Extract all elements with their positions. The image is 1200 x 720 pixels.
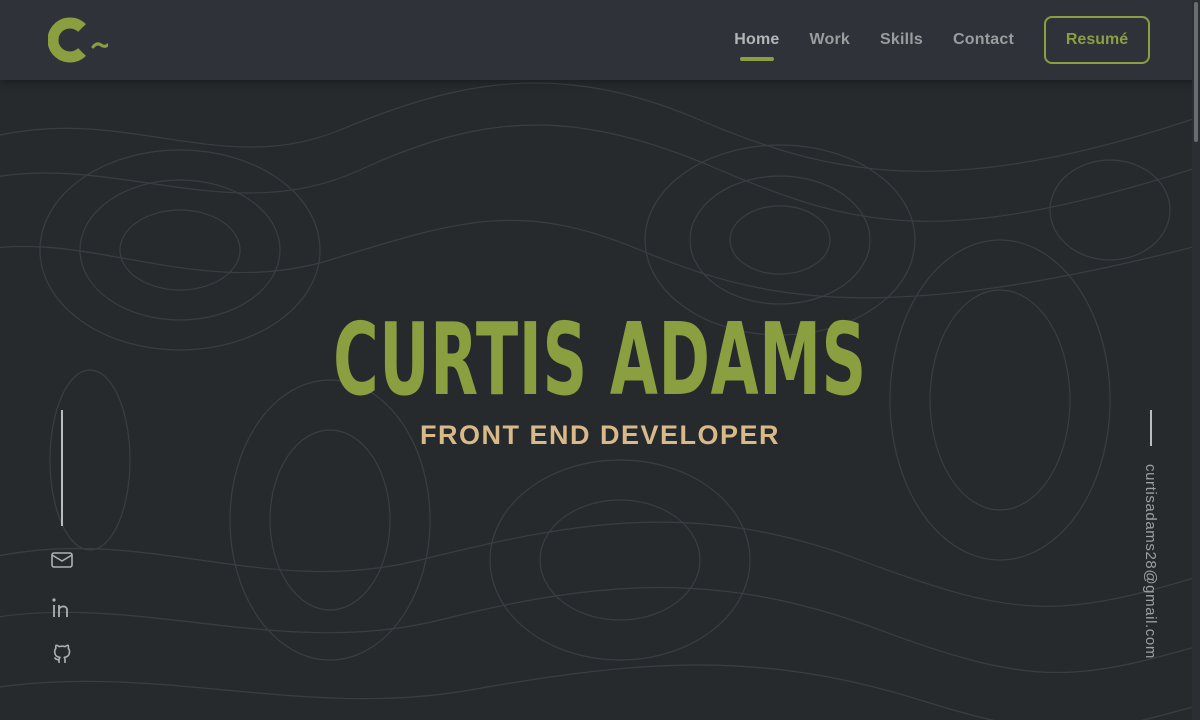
nav-skills-link[interactable]: Skills [880,31,923,49]
social-links-rail [48,410,76,670]
hero-title: FRONT END DEVELOPER [419,420,781,450]
main-nav: Home Work Skills Contact [734,0,1014,80]
hero-name: CURTIS ADAMS [333,301,867,418]
mail-icon[interactable] [48,546,76,574]
nav-work-link[interactable]: Work [810,31,851,49]
hero-section: CURTIS ADAMS FRONT END DEVELOPER [0,300,1200,451]
nav-home-link[interactable]: Home [734,31,779,61]
scrollbar-thumb[interactable] [1194,2,1198,142]
site-header: Home Work Skills Contact Resumé [0,0,1200,80]
page-scrollbar[interactable] [1192,0,1200,720]
resume-button[interactable]: Resumé [1044,16,1150,64]
rail-divider [61,410,63,526]
linkedin-icon[interactable] [48,594,76,622]
github-icon[interactable] [48,640,76,668]
email-link[interactable]: curtisadams28@gmail.com [1142,464,1159,659]
rail-divider [1150,410,1152,446]
nav-contact-link[interactable]: Contact [953,31,1014,49]
c-logo-icon[interactable] [47,16,111,64]
email-rail: curtisadams28@gmail.com [1138,410,1164,680]
